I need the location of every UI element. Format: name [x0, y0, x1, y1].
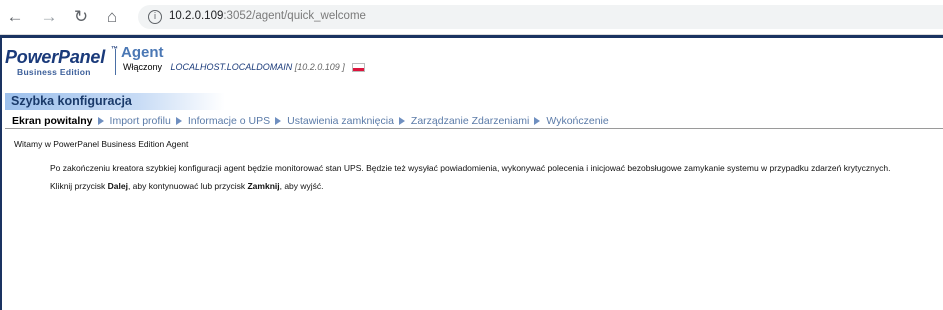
- reload-icon[interactable]: ↻: [70, 6, 92, 28]
- step-shutdown-settings[interactable]: Ustawienia zamknięcia: [287, 115, 394, 127]
- step-arrow-icon: [275, 117, 282, 126]
- steps-divider: [5, 128, 943, 129]
- step-event-management[interactable]: Zarządzanie Zdarzeniami: [411, 115, 529, 127]
- back-arrow-icon[interactable]: ←: [4, 6, 26, 28]
- logo-divider: [115, 49, 116, 75]
- header-rule: [0, 35, 943, 38]
- close-keyword: Zamknij: [247, 181, 280, 191]
- welcome-heading: Witamy w PowerPanel Business Edition Age…: [14, 139, 189, 149]
- url-path: :3052/agent/quick_welcome: [223, 10, 366, 22]
- step-arrow-icon: [398, 117, 405, 126]
- url-text: 10.2.0.109:3052/agent/quick_welcome: [169, 10, 366, 22]
- left-border: [0, 35, 2, 310]
- section-header: Szybka konfiguracja: [5, 93, 225, 110]
- instructions-post: , aby wyjść.: [279, 181, 324, 191]
- url-host: 10.2.0.109: [169, 10, 224, 22]
- next-keyword: Dalej: [107, 181, 128, 191]
- instructions-mid: , aby kontynuować lub przycisk: [127, 181, 248, 191]
- wizard-steps: Ekran powitalny Import profilu Informacje …: [12, 115, 609, 127]
- app-page: PowerPanel ™ Business Edition Agent Włąc…: [0, 35, 943, 310]
- poland-flag-icon[interactable]: [352, 63, 366, 73]
- forward-arrow-icon[interactable]: →: [38, 6, 60, 28]
- instructions-pre: Kliknij przycisk: [50, 181, 108, 191]
- status-line: Włączony LOCALHOST.LOCALDOMAIN [10.2.0.1…: [123, 62, 366, 73]
- step-arrow-icon: [534, 117, 541, 126]
- address-bar[interactable]: i 10.2.0.109:3052/agent/quick_welcome: [138, 5, 943, 29]
- step-ups-info[interactable]: Informacje o UPS: [188, 115, 270, 127]
- browser-toolbar: ← → ↻ ⌂ i 10.2.0.109:3052/agent/quick_we…: [0, 0, 943, 35]
- step-import-profile[interactable]: Import profilu: [110, 115, 171, 127]
- step-finish[interactable]: Wykończenie: [546, 115, 608, 127]
- logo-text: PowerPanel: [5, 47, 106, 67]
- intro-paragraph: Po zakończeniu kreatora szybkiej konfigu…: [50, 163, 891, 173]
- powerpanel-logo: PowerPanel ™ Business Edition: [5, 46, 118, 77]
- instructions-paragraph: Kliknij przycisk Dalej, aby kontynuować …: [50, 181, 324, 191]
- info-icon[interactable]: i: [148, 10, 162, 24]
- home-icon[interactable]: ⌂: [101, 6, 123, 28]
- agent-title: Agent: [121, 44, 164, 61]
- hostname-link[interactable]: LOCALHOST.LOCALDOMAIN: [171, 62, 293, 72]
- step-welcome: Ekran powitalny: [12, 115, 93, 127]
- step-arrow-icon: [97, 117, 104, 126]
- ip-address: [10.2.0.109 ]: [294, 62, 345, 72]
- step-arrow-icon: [175, 117, 182, 126]
- logo-edition: Business Edition: [17, 67, 91, 77]
- status-text: Włączony: [123, 62, 163, 72]
- section-title: Szybka konfiguracja: [11, 94, 132, 108]
